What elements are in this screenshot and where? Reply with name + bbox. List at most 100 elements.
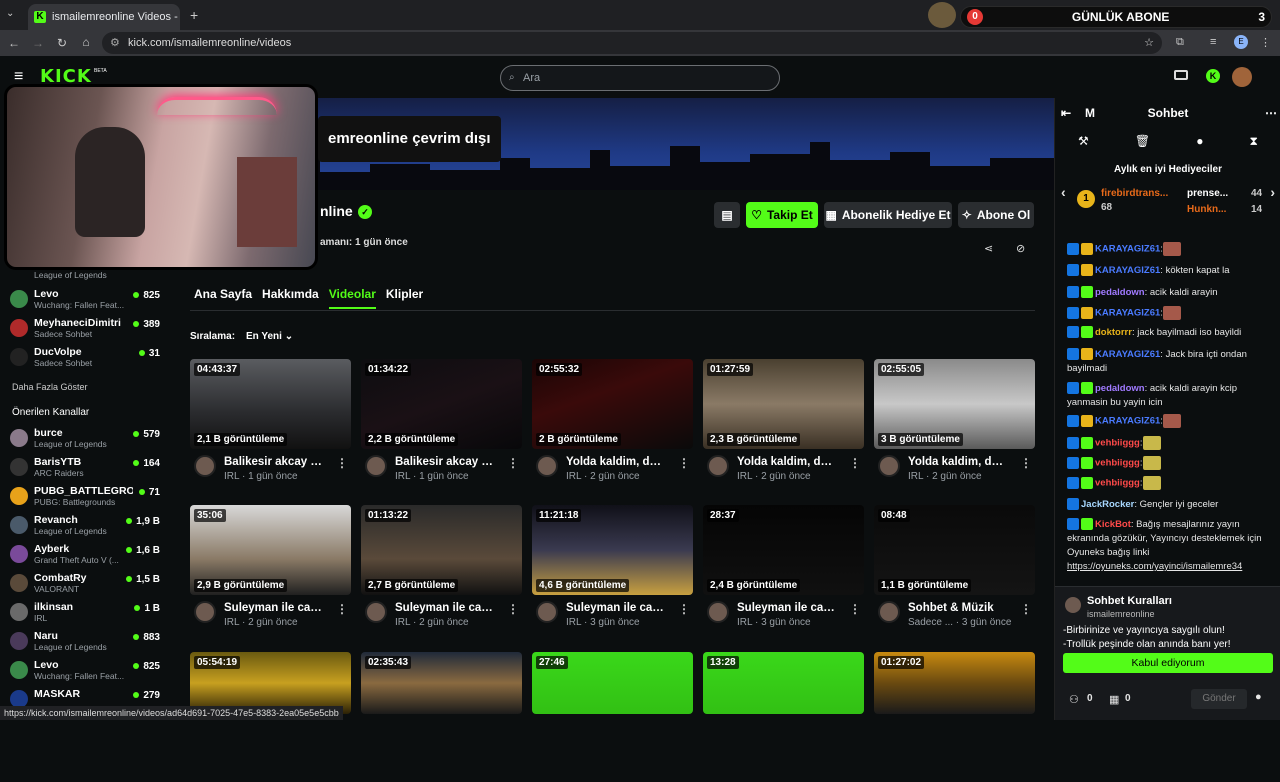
video-options-icon[interactable]: ⋮ xyxy=(1020,456,1032,470)
menu-dots-icon[interactable]: ⋮ xyxy=(1260,36,1271,49)
video-thumbnail[interactable]: 01:34:22 2,2 B görüntüleme xyxy=(361,359,522,449)
profile-icon[interactable]: E xyxy=(1234,35,1248,49)
sort-select[interactable]: En Yeni ⌄ xyxy=(240,327,300,347)
emoji-icon[interactable]: ● xyxy=(1255,691,1262,703)
forward-icon[interactable]: → xyxy=(26,36,50,50)
video-title[interactable]: Suleyman ile can... xyxy=(395,602,495,614)
sidebar-item-ayberk[interactable]: Ayberk Grand Theft Auto V (... 1,6 B xyxy=(10,543,160,571)
subscribe-button[interactable]: ✧ Abone Ol xyxy=(958,202,1034,228)
chat-username[interactable]: KARAYAGIZ61 xyxy=(1095,349,1160,360)
video-title[interactable]: Suleyman ile can... xyxy=(566,602,666,614)
tab-home[interactable]: Ana Sayfa xyxy=(194,287,252,309)
bookmark-star-icon[interactable]: ☆ xyxy=(1144,32,1154,54)
chat-username[interactable]: vehbiiggg xyxy=(1095,478,1140,489)
video-category[interactable]: IRL xyxy=(395,471,410,482)
tab-list-icon[interactable]: ⌄ xyxy=(6,8,14,19)
reload-icon[interactable]: ↻ xyxy=(50,36,74,50)
video-thumbnail[interactable]: 01:27:02 xyxy=(874,652,1035,714)
gift-sub-button[interactable]: ▦ Abonelik Hediye Et xyxy=(824,202,952,228)
video-thumbnail[interactable]: 05:54:19 xyxy=(190,652,351,714)
chat-username[interactable]: JackRocker xyxy=(1081,499,1134,510)
video-thumbnail[interactable]: 27:46 xyxy=(532,652,693,714)
video-thumbnail[interactable]: 11:21:18 4,6 B görüntüleme xyxy=(532,505,693,595)
video-card[interactable]: 04:43:37 2,1 B görüntüleme Balikesir akcay… xyxy=(190,359,351,489)
browser-tab[interactable]: K ismailemreonline Videos - Watc ✕ xyxy=(28,4,180,30)
trash-icon[interactable]: 🗑 xyxy=(1135,134,1150,154)
video-thumbnail[interactable]: 13:28 xyxy=(703,652,864,714)
address-bar[interactable]: ⚙ kick.com/ismailemreonline/videos ☆ xyxy=(102,32,1162,54)
chevron-right-icon[interactable]: › xyxy=(1270,184,1275,200)
video-card[interactable]: 35:06 2,9 B görüntüleme Suleyman ile can..… xyxy=(190,505,351,635)
sidebar-item-burce[interactable]: burce League of Legends 579 xyxy=(10,427,160,455)
chat-username[interactable]: vehbiiggg xyxy=(1095,458,1140,469)
sidebar-item-ilkinsan[interactable]: ilkinsan IRL 1 B xyxy=(10,601,160,629)
chat-bubble-icon[interactable]: ● xyxy=(1196,134,1203,154)
sidebar-item-revanch[interactable]: Revanch League of Legends 1,9 B xyxy=(10,514,160,542)
video-card[interactable]: 28:37 2,4 B görüntüleme Suleyman ile can..… xyxy=(703,505,864,635)
hourglass-icon[interactable]: ⧗ xyxy=(1250,134,1258,154)
share-icon[interactable]: ⋖ xyxy=(984,242,993,255)
media-icon[interactable]: ≡ xyxy=(1210,36,1216,48)
video-category[interactable]: IRL xyxy=(908,471,923,482)
notification-off-icon[interactable]: ⊘ xyxy=(1016,242,1025,255)
video-card[interactable]: 13:28 xyxy=(703,652,864,782)
video-card[interactable]: 08:48 1,1 B görüntüleme Sohbet & Müzik Sade… xyxy=(874,505,1035,635)
sidebar-item-barisytb[interactable]: BarisYTB ARC Raiders 164 xyxy=(10,456,160,484)
video-options-icon[interactable]: ⋮ xyxy=(849,602,861,616)
video-card[interactable]: 02:55:32 2 B görüntüleme Yolda kaldim, dol… xyxy=(532,359,693,489)
chat-username[interactable]: vehbiiggg xyxy=(1095,438,1140,449)
chat-menu-icon[interactable]: ⋯ xyxy=(1265,106,1277,120)
chat-username[interactable]: pedaldown xyxy=(1095,287,1145,298)
collapse-chat-icon[interactable]: ⇤ xyxy=(1061,106,1071,120)
sidebar-item-naru[interactable]: Naru League of Legends 883 xyxy=(10,630,160,658)
user-avatar[interactable] xyxy=(1232,67,1252,87)
video-thumbnail[interactable]: 02:35:43 xyxy=(361,652,522,714)
video-thumbnail[interactable]: 35:06 2,9 B görüntüleme xyxy=(190,505,351,595)
video-thumbnail[interactable]: 01:13:22 2,7 B görüntüleme xyxy=(361,505,522,595)
theatre-icon[interactable] xyxy=(1174,70,1188,80)
video-card[interactable]: 01:27:59 2,3 B görüntüleme Yolda kaldim, d… xyxy=(703,359,864,489)
site-info-icon[interactable]: ⚙ xyxy=(110,32,120,54)
video-title[interactable]: Suleyman ile can... xyxy=(737,602,837,614)
sidebar-item-meyhanecidimitri[interactable]: MeyhaneciDimitri Sadece Sohbet 389 xyxy=(10,317,160,345)
sidebar-item-ducvolpe[interactable]: DucVolpe Sadece Sohbet 31 xyxy=(10,346,160,374)
video-thumbnail[interactable]: 28:37 2,4 B görüntüleme xyxy=(703,505,864,595)
back-icon[interactable]: ← xyxy=(2,36,26,50)
video-thumbnail[interactable]: 01:27:59 2,3 B görüntüleme xyxy=(703,359,864,449)
sidebar-item-levo-2[interactable]: Levo Wuchang: Fallen Feat... 825 xyxy=(10,659,160,687)
video-card[interactable]: 01:27:02 xyxy=(874,652,1035,782)
video-thumbnail[interactable]: 02:55:32 2 B görüntüleme xyxy=(532,359,693,449)
sidebar-item-combatry[interactable]: CombatRy VALORANT 1,5 B xyxy=(10,572,160,600)
chat-username[interactable]: KARAYAGIZ61 xyxy=(1095,308,1160,319)
video-thumbnail[interactable]: 08:48 1,1 B görüntüleme xyxy=(874,505,1035,595)
tab-videos[interactable]: Videolar xyxy=(328,287,376,309)
video-options-icon[interactable]: ⋮ xyxy=(1020,602,1032,616)
video-category[interactable]: IRL xyxy=(566,617,581,628)
search-input[interactable]: ⌕ Ara xyxy=(500,65,780,91)
chevron-left-icon[interactable]: ‹ xyxy=(1061,184,1066,200)
video-card[interactable]: 11:21:18 4,6 B görüntüleme Suleyman ile ca… xyxy=(532,505,693,635)
video-category[interactable]: IRL xyxy=(224,617,239,628)
home-icon[interactable]: ⌂ xyxy=(74,35,98,49)
video-card[interactable]: 01:13:22 2,7 B görüntüleme Suleyman ile ca… xyxy=(361,505,522,635)
video-card[interactable]: 02:55:05 3 B görüntüleme Yolda kaldim, dol… xyxy=(874,359,1035,489)
video-options-icon[interactable]: ⋮ xyxy=(507,602,519,616)
video-title[interactable]: Balikesir akcay d... xyxy=(395,456,495,468)
tab-clips[interactable]: Klipler xyxy=(386,287,423,309)
video-category[interactable]: IRL xyxy=(395,617,410,628)
video-title[interactable]: Yolda kaldim, dol... xyxy=(737,456,837,468)
tab-about[interactable]: Hakkımda xyxy=(262,287,319,309)
video-category[interactable]: IRL xyxy=(566,471,581,482)
video-title[interactable]: Sohbet & Müzik xyxy=(908,602,1008,614)
video-options-icon[interactable]: ⋮ xyxy=(849,456,861,470)
video-title[interactable]: Yolda kaldim, dol... xyxy=(566,456,666,468)
video-thumbnail[interactable]: 02:55:05 3 B görüntüleme xyxy=(874,359,1035,449)
hammer-icon[interactable]: ⚒ xyxy=(1078,134,1089,154)
chat-username[interactable]: pedaldown xyxy=(1095,383,1145,394)
follow-button[interactable]: ♡ Takip Et xyxy=(746,202,818,228)
video-options-icon[interactable]: ⋮ xyxy=(678,602,690,616)
video-options-icon[interactable]: ⋮ xyxy=(507,456,519,470)
show-more-link[interactable]: Daha Fazla Göster xyxy=(12,382,88,392)
kick-wallet-icon[interactable]: K xyxy=(1206,69,1220,83)
video-category[interactable]: IRL xyxy=(737,617,752,628)
